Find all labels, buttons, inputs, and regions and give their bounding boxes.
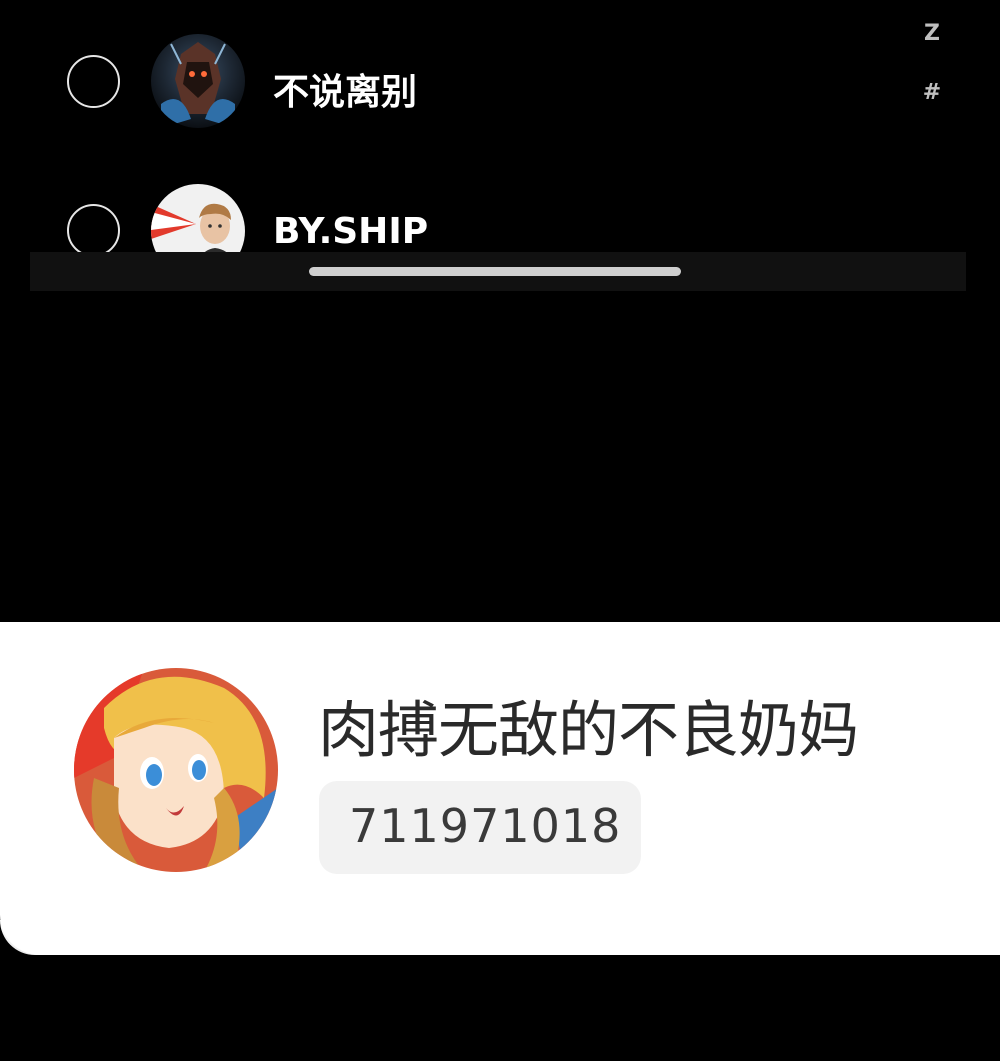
select-radio[interactable] bbox=[67, 55, 120, 108]
profile-avatar[interactable] bbox=[74, 668, 278, 872]
blonde-anime-girl-avatar bbox=[74, 668, 278, 872]
contact-name: 不说离别 bbox=[273, 72, 418, 113]
avatar[interactable] bbox=[151, 34, 245, 128]
id-badge[interactable]: 711971018 bbox=[319, 781, 641, 874]
select-radio[interactable] bbox=[67, 204, 120, 252]
contact-row[interactable]: 不说离别 bbox=[0, 5, 900, 155]
sheet-bottom-bar bbox=[30, 252, 966, 291]
profile-name: 肉搏无敌的不良奶妈 bbox=[318, 695, 859, 766]
contact-name: BY.SHIP bbox=[273, 211, 429, 252]
profile-card[interactable]: 肉搏无敌的不良奶妈 711971018 bbox=[0, 622, 1000, 955]
user-id: 711971018 bbox=[349, 799, 622, 853]
alphabet-index-item[interactable]: Z bbox=[912, 21, 952, 46]
contact-list: 不说离别 BY.SHIP Z # bbox=[0, 0, 1000, 252]
dark-armored-figure-avatar bbox=[151, 34, 245, 128]
contact-row[interactable]: BY.SHIP bbox=[0, 155, 900, 252]
home-indicator[interactable] bbox=[309, 267, 681, 276]
young-man-portrait-avatar bbox=[151, 184, 245, 252]
avatar[interactable] bbox=[151, 184, 245, 252]
alphabet-index-item[interactable]: # bbox=[912, 80, 952, 105]
